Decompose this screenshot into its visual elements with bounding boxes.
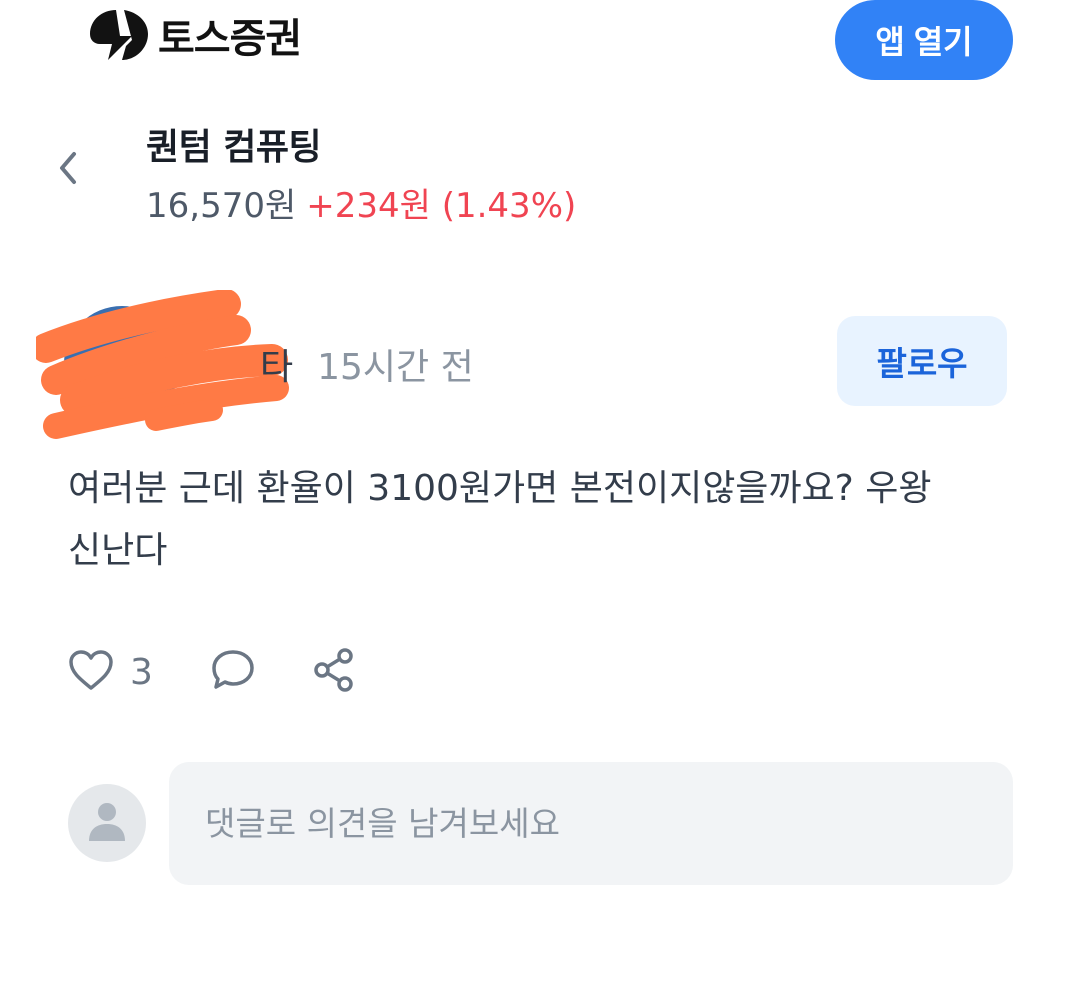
open-app-button[interactable]: 앱 열기 bbox=[835, 0, 1013, 80]
back-button[interactable] bbox=[50, 150, 86, 190]
share-button[interactable] bbox=[312, 648, 356, 696]
toss-securities-logo[interactable]: 토스증권 bbox=[88, 6, 302, 64]
heart-icon bbox=[68, 649, 114, 695]
follow-button[interactable]: 팔로우 bbox=[837, 316, 1007, 406]
my-avatar bbox=[68, 784, 146, 862]
post-body: 여러분 근데 환율이 3100원가면 본전이지않을까요? 우왕 신난다 bbox=[68, 468, 932, 571]
comment-box[interactable] bbox=[169, 762, 1013, 885]
stock-price: 16,570원 bbox=[146, 186, 297, 226]
chevron-left-icon bbox=[56, 150, 80, 190]
stock-price-row: 16,570원 +234원 (1.43%) bbox=[146, 178, 576, 227]
stock-name: 퀀텀 컴퓨팅 bbox=[146, 127, 322, 168]
share-icon bbox=[312, 647, 356, 697]
comment-button[interactable] bbox=[210, 648, 256, 696]
page: 토스증권 앱 열기 퀀텀 컴퓨팅 16,570원 +234원 (1.43%) 타1… bbox=[0, 0, 1080, 982]
author-row: 타 15시간 전 bbox=[260, 338, 474, 390]
logo-text: 토스증권 bbox=[158, 16, 302, 62]
comment-icon bbox=[210, 648, 256, 696]
stock-change: +234원 (1.43%) bbox=[306, 186, 577, 226]
post-time: 15시간 전 bbox=[317, 347, 474, 388]
like-button[interactable]: 3 bbox=[68, 648, 153, 696]
like-count: 3 bbox=[130, 651, 153, 693]
toss-logo-icon bbox=[88, 6, 150, 64]
redaction-scribble bbox=[36, 290, 289, 439]
author-name[interactable]: 타 bbox=[260, 347, 293, 388]
comment-input[interactable] bbox=[205, 804, 985, 843]
user-icon bbox=[87, 799, 127, 847]
